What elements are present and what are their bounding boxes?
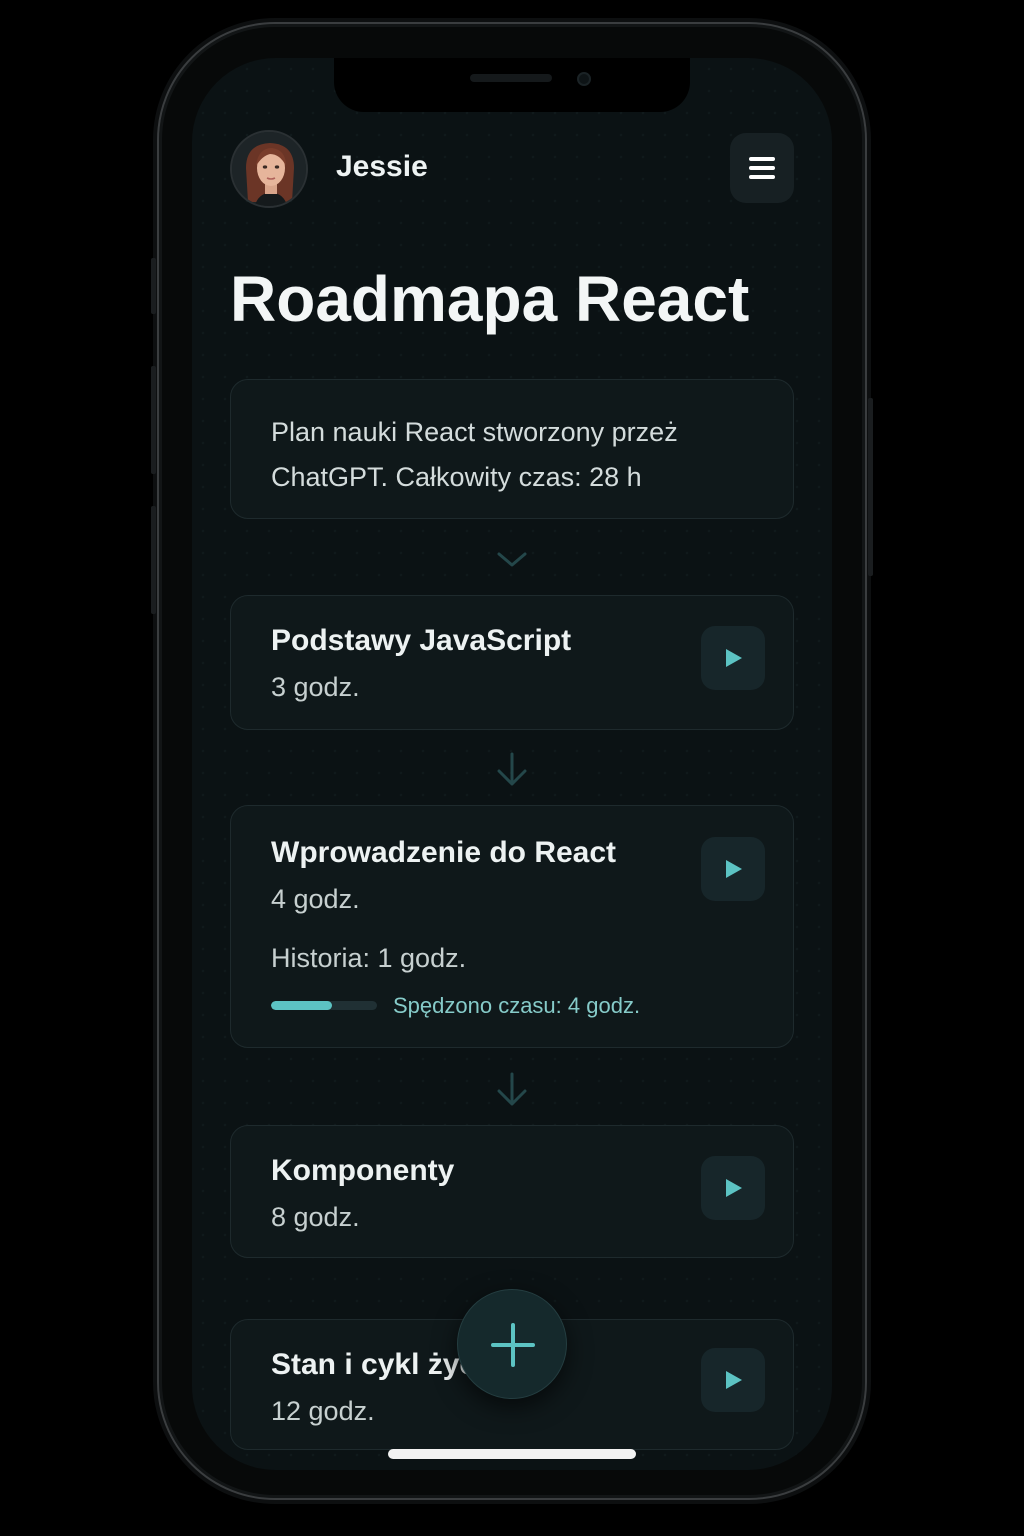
step-card-1[interactable]: Podstawy JavaScript 3 godz. — [230, 595, 794, 730]
plus-icon — [491, 1323, 535, 1367]
notch — [334, 58, 690, 112]
side-button-volume-up — [151, 366, 156, 474]
step-hours: 8 godz. — [271, 1202, 360, 1232]
home-indicator[interactable] — [388, 1449, 636, 1459]
play-icon — [726, 860, 742, 878]
progress-bar — [271, 1001, 377, 1010]
step-card-2[interactable]: Wprowadzenie do React 4 godz. Historia: … — [230, 805, 794, 1048]
step-title: Wprowadzenie do React — [271, 836, 617, 869]
play-icon — [726, 1179, 742, 1197]
page-title: Roadmapa React — [230, 263, 750, 335]
add-step-button[interactable] — [457, 1289, 567, 1399]
play-icon — [726, 649, 742, 667]
progress-bar-fill — [271, 1001, 333, 1010]
step-hours: 4 godz. — [271, 884, 360, 914]
speaker-grille — [470, 74, 552, 82]
front-camera — [577, 72, 591, 86]
play-button[interactable] — [701, 626, 765, 690]
play-button[interactable] — [701, 837, 765, 901]
chevron-down-icon — [497, 552, 527, 567]
step-hours: 3 godz. — [271, 672, 360, 702]
step-card-3[interactable]: Komponenty 8 godz. — [230, 1125, 794, 1258]
side-button-power — [868, 398, 873, 576]
step-title: Podstawy JavaScript — [271, 624, 572, 657]
user-name: Jessie — [336, 150, 428, 183]
hamburger-icon-line-3 — [749, 175, 775, 179]
avatar[interactable] — [230, 130, 308, 208]
play-icon — [726, 1371, 742, 1389]
arrow-down-icon — [497, 752, 527, 786]
step-hours: 12 godz. — [271, 1396, 375, 1426]
arrow-down-icon — [497, 1072, 527, 1106]
menu-button[interactable] — [730, 133, 794, 203]
time-spent-text: Spędzono czasu: 4 godz. — [393, 993, 641, 1018]
step-title: Komponenty — [271, 1154, 455, 1187]
hamburger-icon-line-2 — [749, 166, 775, 170]
side-button-volume-down — [151, 506, 156, 614]
step-detail: Historia: 1 godz. — [271, 943, 467, 973]
intro-card: Plan nauki React stworzony przeż ChatGPT… — [230, 379, 794, 519]
play-button[interactable] — [701, 1348, 765, 1412]
hamburger-icon — [749, 157, 775, 161]
play-button[interactable] — [701, 1156, 765, 1220]
intro-text: Plan nauki React stworzony przeż ChatGPT… — [271, 417, 678, 492]
side-button-silent — [151, 258, 156, 314]
